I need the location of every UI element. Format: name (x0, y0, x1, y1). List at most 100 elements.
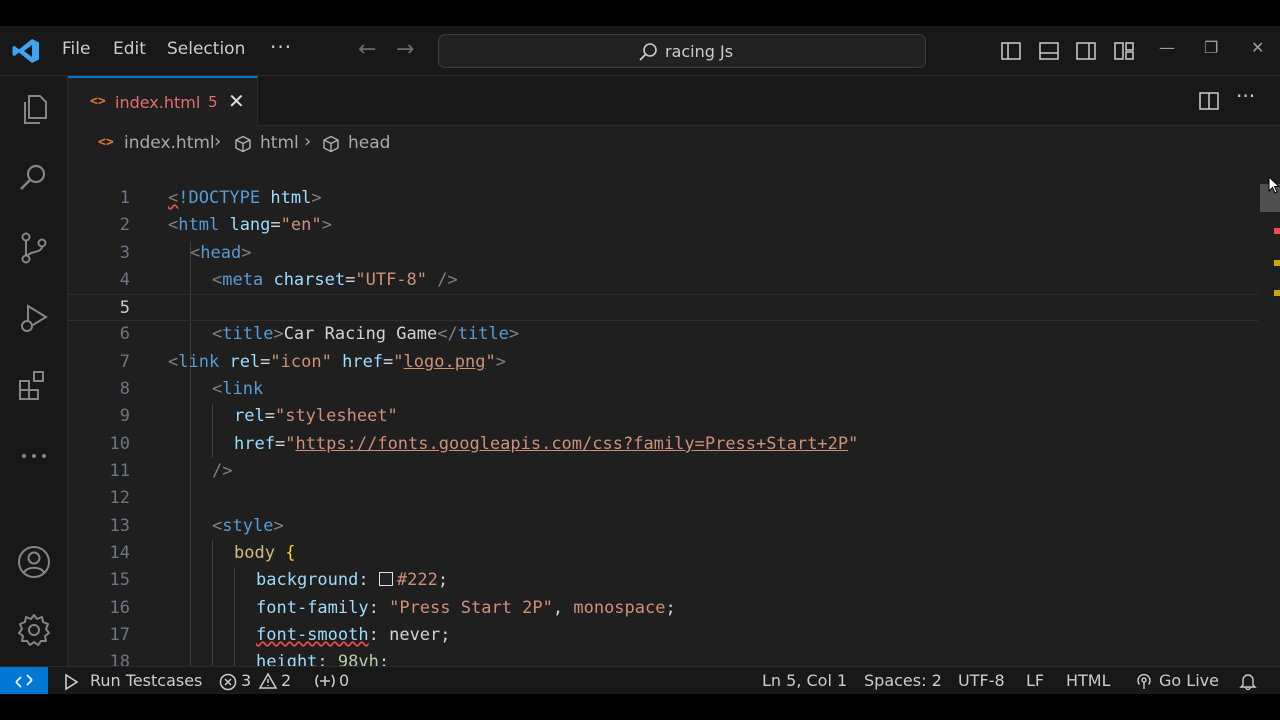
tab-index-html[interactable]: <> index.html 5 ✕ (68, 76, 258, 126)
href-link[interactable]: https://fonts.googleapis.com/css?family=… (295, 434, 848, 454)
code-text: /> (212, 461, 233, 481)
code-line: 8 <link (68, 376, 1258, 403)
warning-icon[interactable] (258, 672, 278, 690)
back-arrow-icon[interactable]: ← (358, 37, 376, 62)
account-icon[interactable] (16, 544, 52, 580)
search-text: racing Js (665, 42, 734, 61)
breadcrumb-separator: › (304, 131, 312, 152)
code-text: font-family: "Press Start 2P", monospace… (256, 598, 676, 618)
toggle-secondary-sidebar-icon[interactable] (1075, 40, 1097, 62)
symbol-element-icon (323, 135, 339, 153)
breadcrumb-html[interactable]: html (260, 133, 299, 153)
cursor-position[interactable]: Ln 5, Col 1 (762, 671, 847, 690)
minimize-button[interactable]: — (1159, 38, 1175, 57)
broadcast-icon (1137, 673, 1151, 689)
symbol-element-icon (235, 135, 251, 153)
run-icon (65, 673, 79, 691)
extensions-icon[interactable] (16, 368, 52, 404)
ports-count[interactable]: 0 (339, 671, 349, 690)
run-debug-icon[interactable] (16, 300, 52, 336)
breadcrumb-head[interactable]: head (348, 133, 390, 153)
line-number: 10 (109, 434, 130, 454)
code-text: body { (234, 543, 296, 563)
line-number: 11 (109, 461, 130, 481)
remote-icon (15, 674, 33, 688)
html-file-icon: <> (90, 94, 106, 109)
toggle-primary-sidebar-icon[interactable] (1000, 40, 1022, 62)
vscode-logo-icon (12, 39, 39, 63)
code-line: 13 <style> (68, 513, 1258, 540)
restore-button[interactable]: ❐ (1204, 38, 1218, 57)
code-editor[interactable]: 1 <!DOCTYPE html> 2 <html lang="en"> 3 <… (68, 160, 1280, 666)
error-marker (1274, 228, 1280, 234)
error-count[interactable]: 3 (241, 671, 251, 690)
html-file-icon: <> (98, 135, 114, 150)
breadcrumb-separator: › (214, 131, 222, 152)
line-number: 13 (109, 516, 130, 536)
code-line: 14 body { (68, 540, 1258, 567)
breadcrumb-file[interactable]: index.html (124, 133, 215, 153)
menu-selection[interactable]: Selection (167, 39, 245, 59)
close-window-button[interactable]: ✕ (1251, 38, 1264, 57)
line-number: 6 (119, 324, 130, 344)
code-text: <html lang="en"> (168, 215, 332, 235)
toggle-panel-icon[interactable] (1038, 40, 1060, 62)
remote-indicator[interactable] (0, 667, 48, 695)
editor-more-actions-button[interactable]: ··· (1236, 84, 1255, 108)
line-number: 9 (119, 406, 130, 426)
ports-icon[interactable] (314, 672, 336, 690)
go-live-button[interactable]: Go Live (1159, 671, 1219, 690)
source-control-icon[interactable] (16, 230, 52, 266)
code-text: <meta charset="UTF-8" /> (212, 270, 458, 290)
line-number: 17 (109, 625, 130, 645)
run-testcases-button[interactable]: Run Testcases (90, 671, 202, 690)
gear-icon[interactable] (16, 612, 52, 648)
code-line: 7 <link rel="icon" href="logo.png"> (68, 349, 1258, 376)
encoding[interactable]: UTF-8 (958, 671, 1005, 690)
search-icon[interactable] (16, 160, 52, 196)
menu-file[interactable]: File (62, 39, 90, 59)
code-line: 1 <!DOCTYPE html> (68, 185, 1258, 212)
menu-more-button[interactable]: ··· (270, 35, 292, 59)
line-number: 12 (109, 488, 130, 508)
activity-bar (0, 76, 68, 666)
code-line: 6 <title>Car Racing Game</title> (68, 321, 1258, 348)
line-number: 3 (119, 243, 130, 263)
warning-count[interactable]: 2 (281, 671, 291, 690)
editor-tabs: <> index.html 5 ✕ ··· (68, 76, 1280, 126)
bell-icon[interactable] (1239, 672, 1257, 690)
end-of-line[interactable]: LF (1026, 671, 1044, 690)
command-center-search[interactable]: racing Js (438, 34, 926, 68)
line-number: 5 (119, 298, 130, 318)
line-number: 18 (109, 652, 130, 666)
code-line: 3 <head> (68, 240, 1258, 267)
customize-layout-icon[interactable] (1113, 40, 1135, 62)
code-line: 9 rel="stylesheet" (68, 403, 1258, 430)
close-tab-icon[interactable]: ✕ (228, 89, 245, 113)
code-text: <link (212, 379, 264, 399)
forward-arrow-icon[interactable]: → (396, 37, 414, 62)
menu-edit[interactable]: Edit (113, 39, 146, 59)
title-bar: File Edit Selection ··· ← → racing Js — … (0, 26, 1280, 76)
split-editor-icon[interactable] (1198, 90, 1220, 112)
warning-marker (1274, 260, 1280, 266)
line-number: 7 (119, 352, 130, 372)
language-mode[interactable]: HTML (1066, 671, 1111, 690)
code-line: 10 href="https://fonts.googleapis.com/cs… (68, 431, 1258, 458)
more-icon[interactable] (16, 438, 52, 474)
code-line: 12 (68, 485, 1258, 512)
line-number: 14 (109, 543, 130, 563)
code-line: 17 font-smooth: never; (68, 622, 1258, 649)
code-line: 16 font-family: "Press Start 2P", monosp… (68, 595, 1258, 622)
code-text: <style> (212, 516, 284, 536)
code-line: 11 /> (68, 458, 1258, 485)
letterbox-top (0, 0, 1280, 26)
color-swatch[interactable] (378, 572, 393, 586)
indentation[interactable]: Spaces: 2 (864, 671, 942, 690)
code-line: 15 background: #222; (68, 567, 1258, 594)
code-text: href="https://fonts.googleapis.com/css?f… (234, 434, 859, 454)
code-text: height: 98vh; (256, 652, 390, 666)
error-icon[interactable] (219, 673, 237, 691)
href-link[interactable]: logo.png (404, 352, 486, 372)
files-icon[interactable] (16, 92, 52, 128)
